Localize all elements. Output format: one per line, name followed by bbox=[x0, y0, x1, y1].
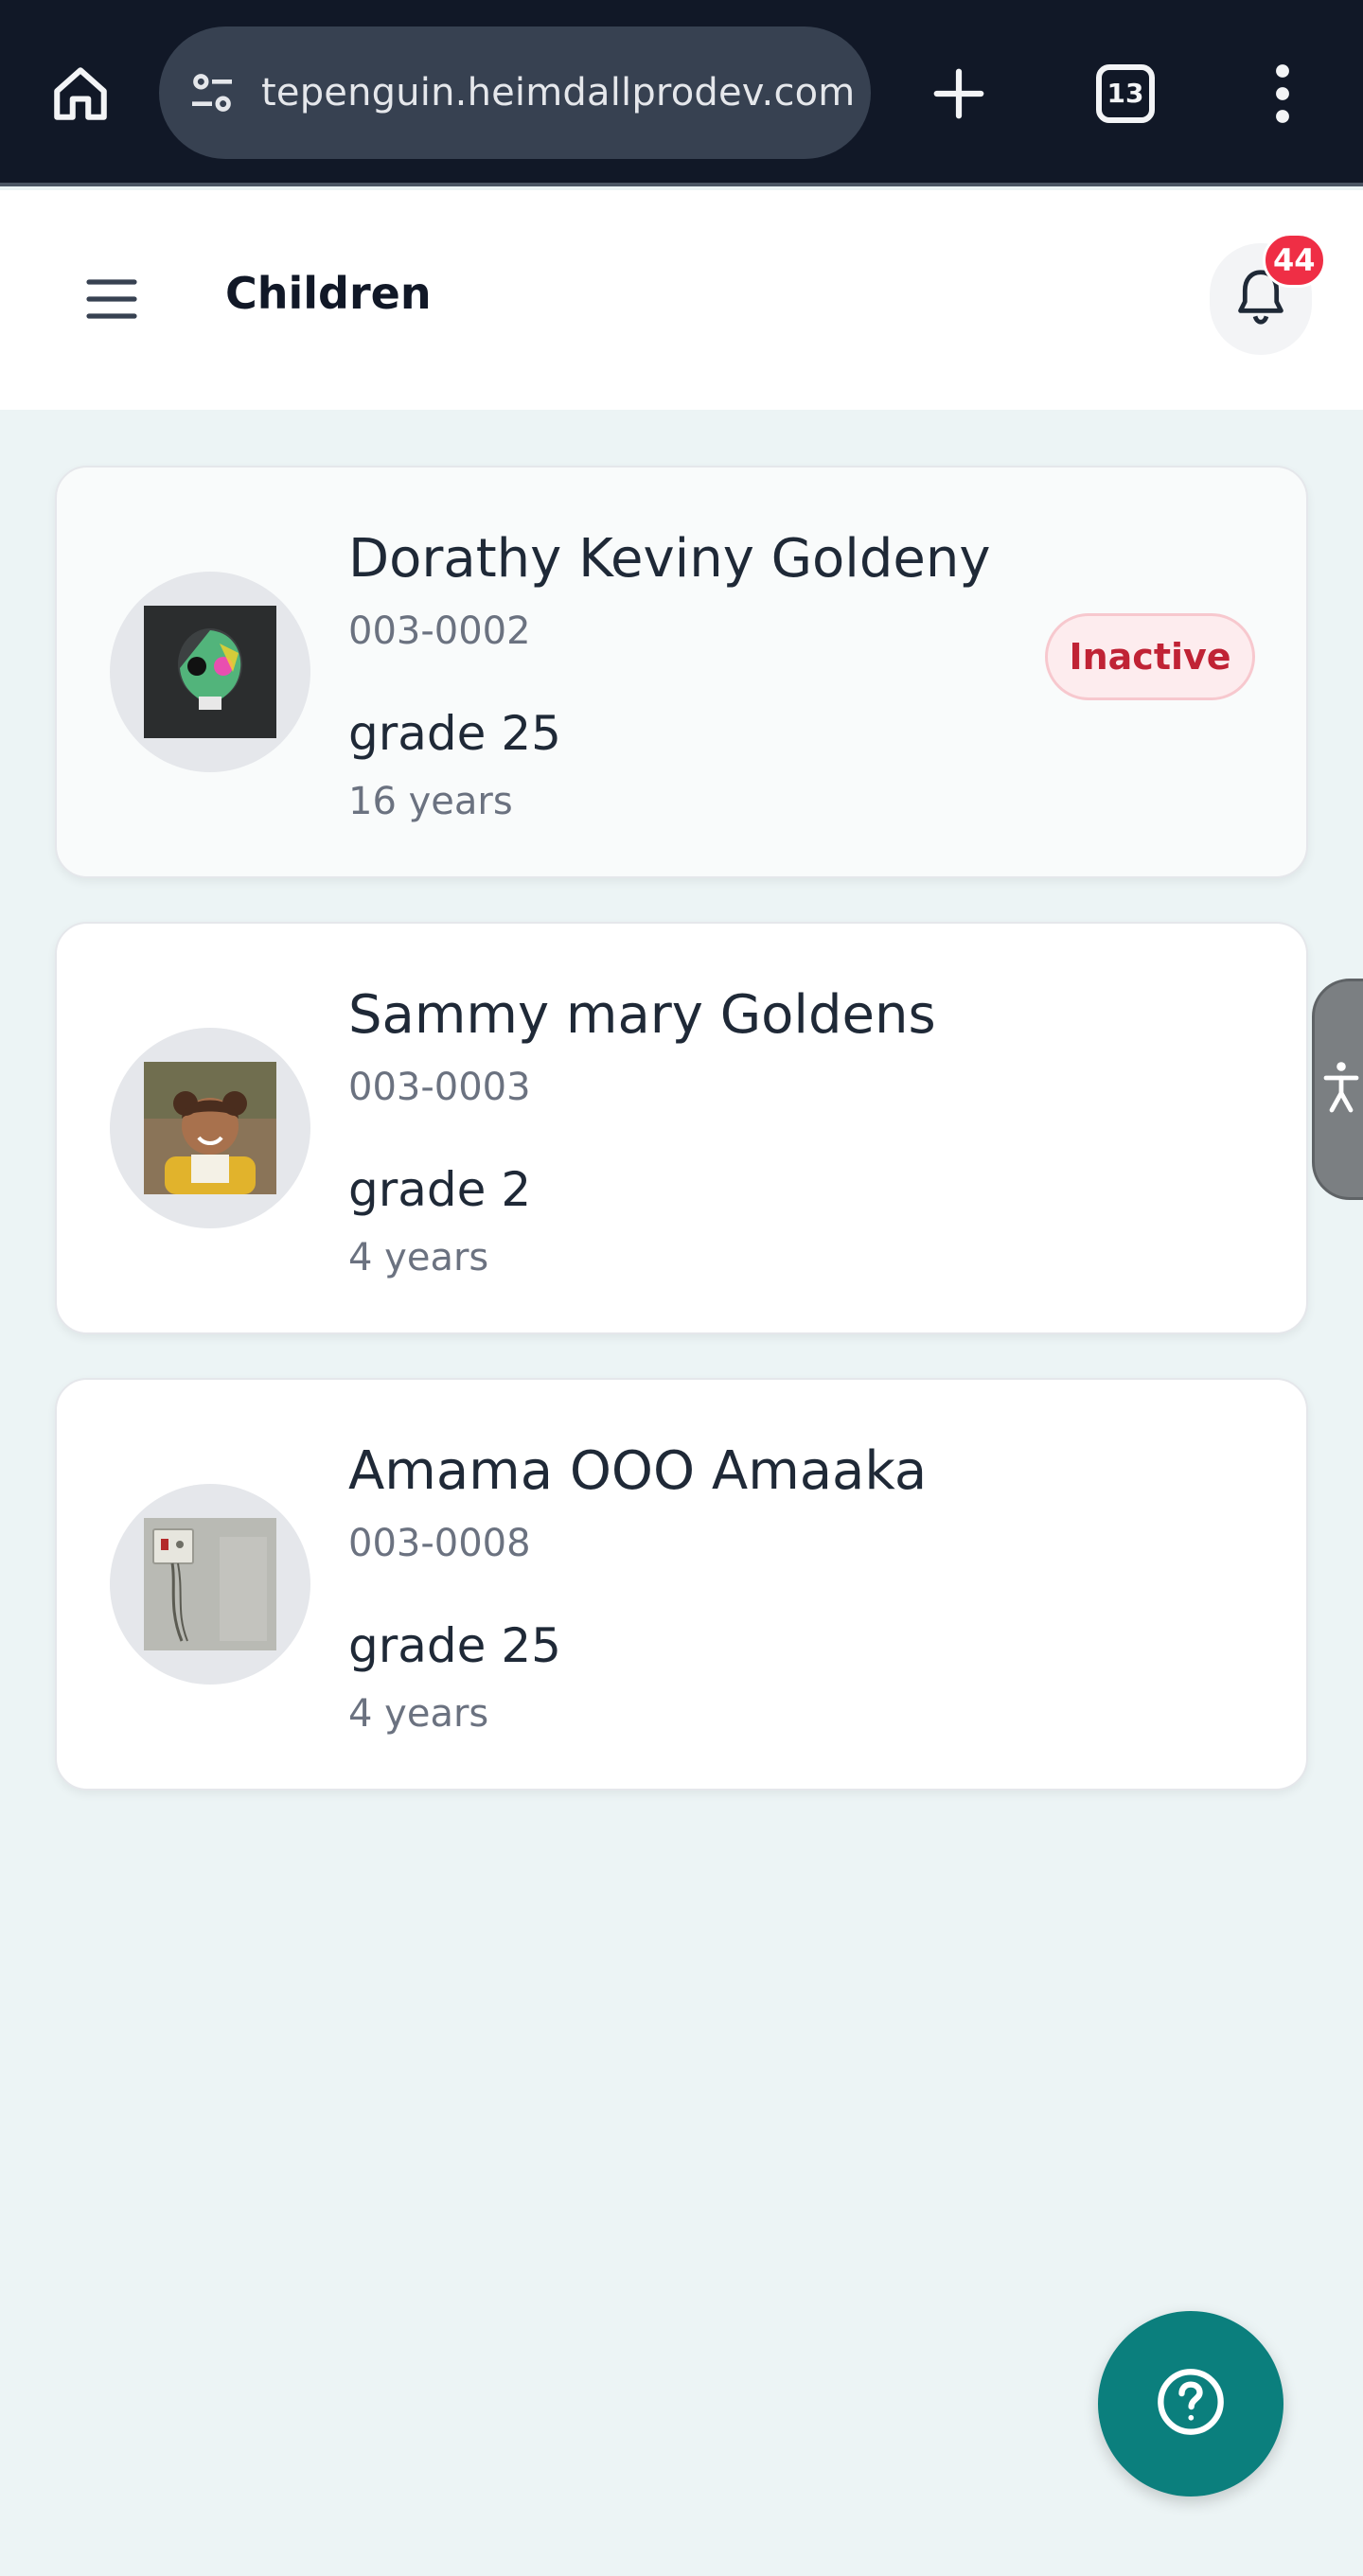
tab-switcher-button[interactable]: 13 bbox=[1083, 0, 1168, 186]
child-grade: grade 25 bbox=[348, 1618, 561, 1673]
avatar bbox=[110, 572, 310, 772]
avatar bbox=[110, 1484, 310, 1685]
accessibility-button[interactable] bbox=[1312, 979, 1363, 1200]
child-id: 003-0008 bbox=[348, 1522, 531, 1565]
child-card[interactable]: Dorathy Keviny Goldeny 003-0002 grade 25… bbox=[55, 466, 1308, 878]
child-photo bbox=[144, 606, 276, 738]
child-photo bbox=[144, 1518, 276, 1650]
notification-count-badge: 44 bbox=[1263, 233, 1326, 288]
child-age: 4 years bbox=[348, 1236, 489, 1279]
child-name: Dorathy Keviny Goldeny bbox=[348, 528, 991, 590]
child-card[interactable]: Sammy mary Goldens 003-0003 grade 2 4 ye… bbox=[55, 922, 1308, 1334]
accessibility-icon bbox=[1322, 1059, 1360, 1120]
browser-toolbar: tepenguin.heimdallprodev.com 13 bbox=[0, 0, 1363, 186]
more-options-icon[interactable] bbox=[1240, 0, 1325, 186]
app-header: Children 44 bbox=[0, 190, 1363, 410]
child-age: 4 years bbox=[348, 1692, 489, 1736]
home-icon[interactable] bbox=[38, 0, 123, 186]
child-name: Amama OOO Amaaka bbox=[348, 1440, 928, 1502]
child-id: 003-0002 bbox=[348, 609, 531, 653]
address-bar[interactable]: tepenguin.heimdallprodev.com bbox=[159, 26, 871, 159]
page-title: Children bbox=[225, 268, 432, 319]
child-grade: grade 25 bbox=[348, 706, 561, 761]
child-card[interactable]: Amama OOO Amaaka 003-0008 grade 25 4 yea… bbox=[55, 1378, 1308, 1791]
menu-icon[interactable] bbox=[83, 271, 140, 327]
url-text: tepenguin.heimdallprodev.com bbox=[261, 71, 856, 115]
child-grade: grade 2 bbox=[348, 1162, 532, 1217]
help-button[interactable] bbox=[1098, 2311, 1283, 2497]
child-age: 16 years bbox=[348, 780, 513, 823]
child-photo bbox=[144, 1062, 276, 1194]
status-badge: Inactive bbox=[1045, 613, 1255, 700]
help-icon bbox=[1155, 2366, 1227, 2442]
child-name: Sammy mary Goldens bbox=[348, 984, 936, 1046]
tab-count: 13 bbox=[1096, 63, 1155, 123]
new-tab-icon[interactable] bbox=[916, 0, 1001, 186]
site-settings-icon[interactable] bbox=[184, 64, 240, 121]
child-id: 003-0003 bbox=[348, 1066, 531, 1109]
avatar bbox=[110, 1028, 310, 1228]
